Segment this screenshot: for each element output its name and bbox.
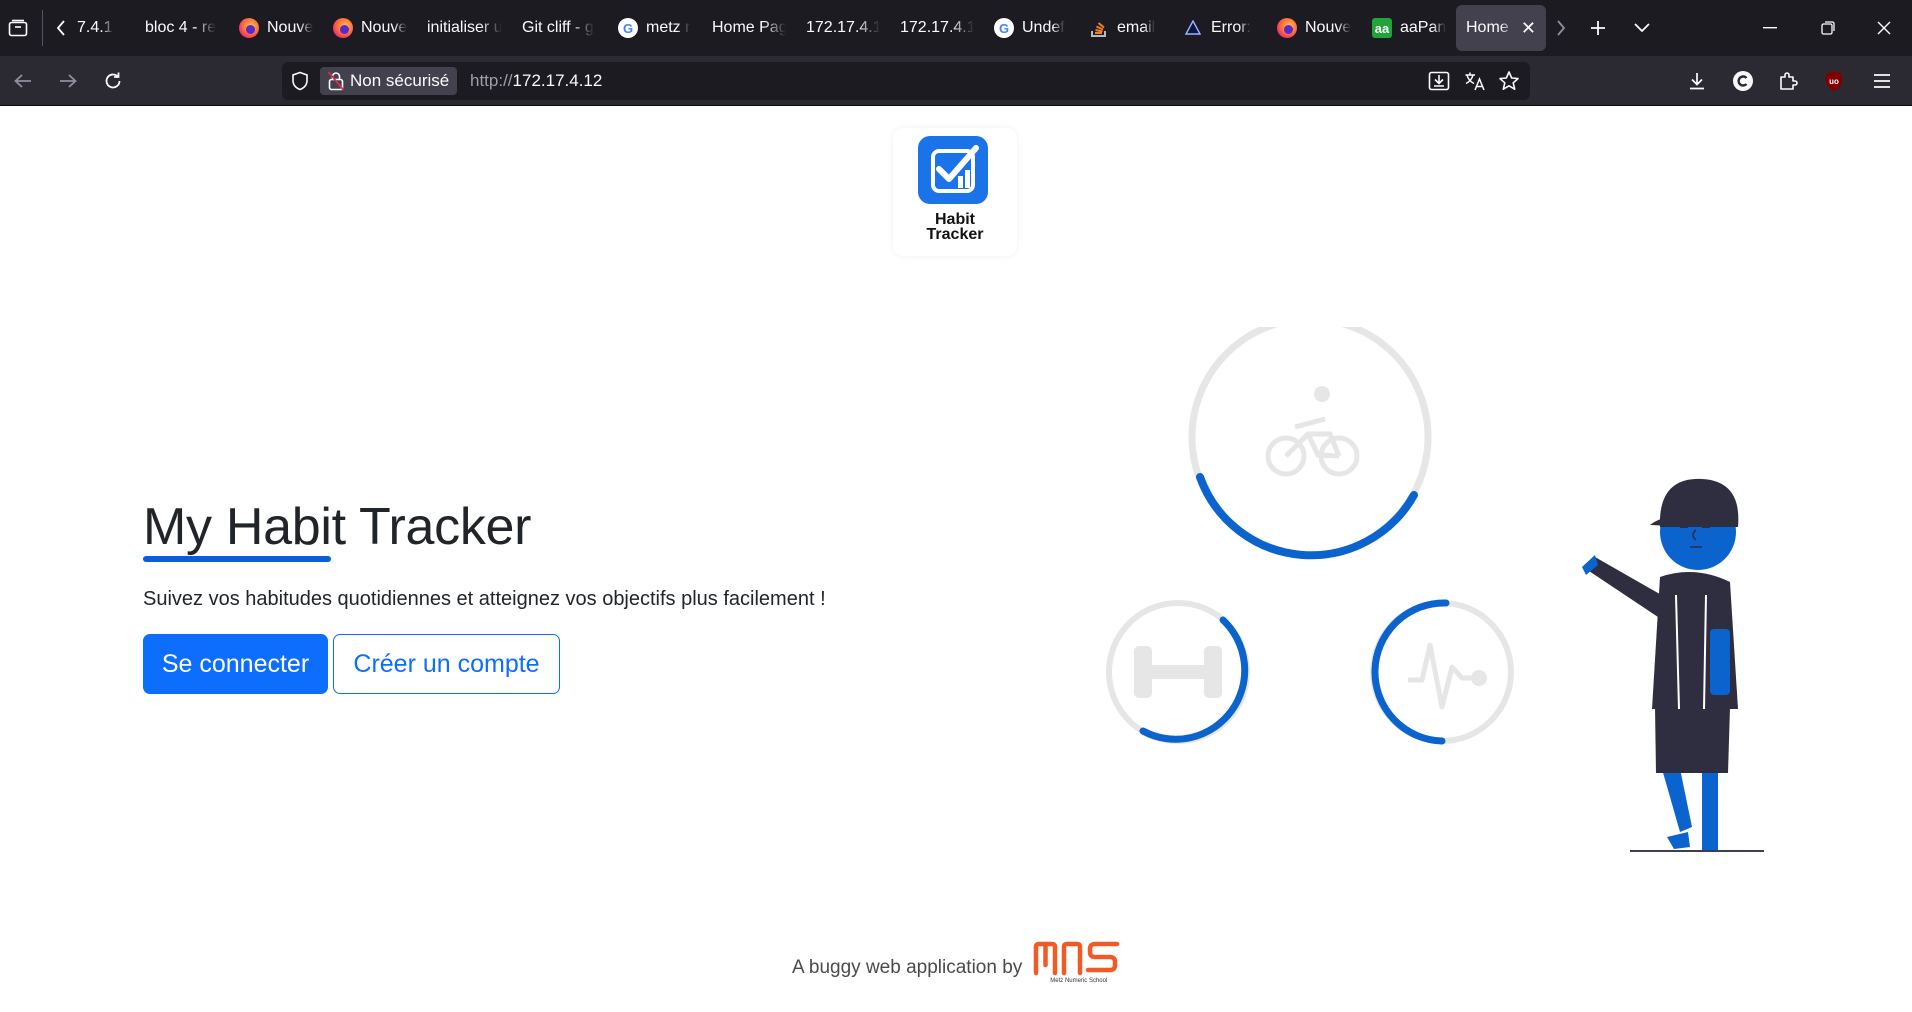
tab-title: bloc 4 - re (145, 19, 217, 36)
c-extension-icon[interactable] (1727, 65, 1759, 97)
extensions-puzzle-icon[interactable] (1772, 65, 1804, 97)
forward-icon[interactable] (52, 65, 84, 97)
login-button[interactable]: Se connecter (143, 634, 328, 694)
reload-icon[interactable] (97, 65, 129, 97)
tab[interactable]: aa aaPan (1362, 5, 1456, 51)
minimize-icon[interactable] (1742, 0, 1798, 56)
tab[interactable]: Nouve (323, 5, 417, 51)
tab-title: metz r (646, 19, 691, 36)
logo-line-1: Habit (935, 211, 975, 228)
tab-title: Nouve (361, 19, 407, 36)
tab[interactable]: G metz r (608, 5, 702, 51)
list-all-tabs-icon[interactable] (1620, 10, 1664, 46)
tab-title: Undef (1022, 19, 1065, 36)
firefox-icon (239, 18, 259, 38)
page-title: My Habit Tracker (143, 498, 532, 556)
footer-text: A buggy web application by (792, 957, 1023, 978)
close-tab-icon[interactable]: ✕ (1521, 18, 1536, 39)
back-icon[interactable] (7, 65, 39, 97)
tab[interactable]: Home Pag (702, 5, 796, 51)
logo-line-2: Tracker (926, 226, 984, 243)
tab-title: Home P (1466, 19, 1515, 36)
new-tab-icon[interactable] (1576, 10, 1620, 46)
url-host: 172.17.4.12 (512, 71, 603, 90)
insecure-lock-icon (328, 71, 344, 91)
close-window-icon[interactable] (1856, 0, 1912, 56)
site-security-badge[interactable]: Non sécurisé (320, 67, 458, 95)
tab-title: Error: (1211, 19, 1251, 36)
habit-illustration (1090, 315, 1790, 887)
tab[interactable]: 172.17.4.1 (890, 5, 984, 51)
habit-tracker-logo: Habit Tracker (893, 128, 1017, 256)
tab-title: 172.17.4.1 (806, 19, 880, 36)
triangle-icon (1183, 18, 1203, 38)
tab-title: 7.4.1 (77, 19, 113, 36)
tab[interactable]: G Undef (984, 5, 1079, 51)
tab-strip: 7.4.1 bloc 4 - re Nouve Nouve initialise… (73, 0, 1546, 56)
page-content: Habit Tracker My Habit Tracker Suivez vo… (0, 107, 1912, 1012)
tab[interactable]: Nouve (229, 5, 323, 51)
aapanel-icon: aa (1372, 18, 1392, 38)
navigation-toolbar: Non sécurisé http://172.17.4.12 uo (0, 56, 1912, 106)
logo-check-icon (918, 136, 988, 204)
tab-title: 172.17.4.1 (900, 19, 974, 36)
mns-logo[interactable]: Metz Numeric School (1032, 941, 1127, 989)
google-icon: G (618, 18, 638, 38)
tab-active[interactable]: Home P ✕ (1456, 5, 1546, 51)
svg-text:uo: uo (1829, 77, 1839, 86)
tab[interactable]: Error: (1173, 5, 1267, 51)
tab-title: Nouve (1305, 19, 1352, 36)
restore-icon[interactable] (1800, 0, 1856, 56)
footer: A buggy web application by Metz Numeric … (792, 941, 1127, 989)
heartbeat-icon (1408, 642, 1487, 710)
tab-list-icon[interactable] (0, 10, 36, 46)
tab[interactable]: 7.4.1 (73, 5, 135, 51)
url-bar[interactable]: Non sécurisé http://172.17.4.12 (282, 62, 1530, 100)
tab-title: Nouve (267, 19, 313, 36)
signup-button[interactable]: Créer un compte (333, 634, 560, 694)
tab[interactable]: Git cliff - g (512, 5, 608, 51)
url-scheme: http:// (470, 71, 513, 90)
tab-title: initialiser u (427, 19, 502, 36)
tab[interactable]: 172.17.4.1 (796, 5, 890, 51)
tab[interactable]: Nouve (1267, 5, 1362, 51)
app-menu-icon[interactable] (1866, 65, 1898, 97)
url-text[interactable]: http://172.17.4.12 (470, 62, 602, 100)
scroll-tabs-left-icon[interactable] (49, 10, 73, 46)
dumbbell-icon (1134, 646, 1222, 698)
tab[interactable]: email (1079, 5, 1173, 51)
bike-icon (1265, 416, 1360, 477)
tab-title: email (1117, 19, 1156, 36)
tab-title: Git cliff - g (522, 19, 594, 36)
tab-title: aaPan (1400, 19, 1446, 36)
scroll-tabs-right-icon[interactable] (1546, 10, 1576, 46)
ublock-origin-icon[interactable]: uo (1818, 65, 1850, 97)
bookmark-star-icon[interactable] (1498, 70, 1520, 97)
tracking-protection-shield-icon[interactable] (290, 71, 310, 91)
tab[interactable]: initialiser u (417, 5, 512, 51)
downloads-icon[interactable] (1681, 65, 1713, 97)
health-progress-ring (1370, 599, 1514, 745)
security-label: Non sécurisé (350, 71, 450, 90)
translate-icon[interactable] (1464, 71, 1486, 96)
title-underline (143, 556, 331, 562)
tab[interactable]: bloc 4 - re (135, 5, 229, 51)
mns-logo-subtitle: Metz Numeric School (1050, 978, 1108, 984)
install-page-icon[interactable] (1428, 71, 1450, 96)
page-subtitle: Suivez vos habitudes quotidiennes et att… (143, 588, 826, 610)
stackoverflow-icon (1089, 18, 1109, 38)
google-icon: G (994, 18, 1014, 38)
tab-bar: 7.4.1 bloc 4 - re Nouve Nouve initialise… (0, 0, 1912, 56)
firefox-icon (333, 18, 353, 38)
person-figure (1582, 478, 1764, 852)
firefox-icon (1277, 18, 1297, 38)
tab-title: Home Pag (712, 19, 786, 36)
